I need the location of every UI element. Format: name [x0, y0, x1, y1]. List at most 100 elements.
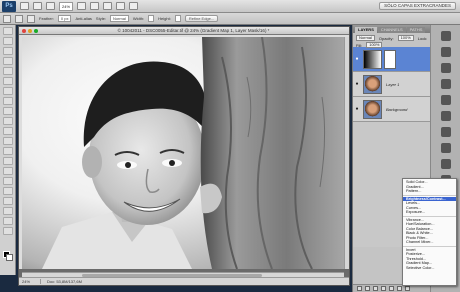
gradient-map-thumbnail: [363, 49, 382, 69]
type-tool-icon[interactable]: [2, 177, 13, 185]
new-group-icon[interactable]: [389, 286, 394, 291]
minimize-window-icon[interactable]: [28, 28, 32, 33]
move-tool-icon[interactable]: [2, 27, 13, 35]
fill-input[interactable]: 100%: [366, 42, 383, 48]
healing-brush-tool-icon[interactable]: [2, 87, 13, 95]
menu-separator: [403, 215, 456, 217]
rotate-view-icon[interactable]: [103, 2, 113, 10]
layer-row-gradient-map[interactable]: ●: [353, 47, 431, 72]
hand-tool-icon[interactable]: [77, 2, 87, 10]
tab-paths[interactable]: PATHS: [406, 27, 426, 33]
3d-rotate-tool-icon[interactable]: [2, 207, 13, 215]
layer-name: Layer 1: [386, 81, 400, 87]
lock-label: Lock:: [417, 35, 428, 41]
layers-options: Normal Opacity: 100% Lock: Fill: 100%: [353, 33, 431, 48]
color-panel-icon[interactable]: [440, 31, 451, 41]
shape-tool-icon[interactable]: [2, 197, 13, 205]
crop-tool-icon[interactable]: [2, 67, 13, 75]
swatches-panel-icon[interactable]: [440, 47, 451, 57]
adjustments-panel-icon[interactable]: [440, 63, 451, 73]
blend-mode-select[interactable]: Normal: [356, 35, 375, 41]
masks-panel-icon[interactable]: [440, 79, 451, 89]
quick-select-tool-icon[interactable]: [2, 57, 13, 65]
background-color-swatch[interactable]: [6, 254, 13, 261]
new-selection-icon[interactable]: [15, 14, 23, 23]
dodge-tool-icon[interactable]: [2, 157, 13, 165]
layer-style-icon[interactable]: [365, 286, 370, 291]
menu-separator: [403, 194, 456, 196]
new-adjustment-layer-icon[interactable]: [381, 286, 386, 291]
zoom-tool-icon[interactable]: [90, 2, 100, 10]
history-brush-tool-icon[interactable]: [2, 117, 13, 125]
path-selection-tool-icon[interactable]: [2, 187, 13, 195]
document-info[interactable]: Doc: 53,8M/137,6M: [41, 279, 82, 284]
desktop-background: [0, 275, 16, 292]
vertical-scrollbar[interactable]: [344, 37, 349, 269]
menu-item-pattern[interactable]: Pattern...: [403, 189, 456, 194]
portrait-photo: [42, 37, 344, 269]
pen-tool-icon[interactable]: [2, 167, 13, 175]
actions-panel-icon[interactable]: [440, 111, 451, 121]
bridge-icon[interactable]: [20, 2, 29, 10]
width-input[interactable]: [148, 15, 155, 22]
screen-mode-icon[interactable]: [129, 2, 139, 10]
layer-mask-thumbnail[interactable]: [384, 49, 396, 69]
status-zoom[interactable]: 24%: [19, 279, 41, 284]
minibridge-icon[interactable]: [33, 2, 42, 10]
lasso-tool-icon[interactable]: [2, 47, 13, 55]
layer-row-layer-1[interactable]: ● Layer 1: [353, 72, 431, 97]
add-to-selection-icon[interactable]: [27, 14, 35, 23]
visibility-eye-icon[interactable]: ●: [353, 81, 361, 87]
anti-alias-checkbox[interactable]: Anti-alias: [75, 16, 91, 21]
adjustment-layer-menu: Solid Color... Gradient... Pattern... Br…: [402, 178, 457, 286]
brushes-panel-icon[interactable]: [440, 159, 451, 169]
tab-channels[interactable]: CHANNELS: [377, 27, 406, 33]
marquee-tool-preset-icon[interactable]: [3, 14, 11, 23]
height-label: Height:: [158, 16, 171, 21]
feather-input[interactable]: 0 px: [57, 15, 72, 22]
visibility-eye-icon[interactable]: ●: [353, 56, 361, 62]
menu-item-channel-mixer[interactable]: Channel Mixer...: [403, 240, 456, 245]
eraser-tool-icon[interactable]: [2, 127, 13, 135]
visibility-eye-icon[interactable]: ●: [353, 106, 361, 112]
document-title: © 10042011 - DSC0055-Editar.tif @ 24% (G…: [117, 28, 270, 33]
zoom-tool-icon[interactable]: [2, 227, 13, 235]
eyedropper-tool-icon[interactable]: [2, 77, 13, 85]
character-panel-icon[interactable]: [440, 127, 451, 137]
style-label: Style:: [95, 16, 106, 21]
menu-item-selective-color[interactable]: Selective Color...: [403, 266, 456, 271]
new-layer-icon[interactable]: [397, 286, 402, 291]
trash-icon[interactable]: [405, 286, 410, 291]
fill-label: Fill:: [356, 42, 363, 48]
workspace-switcher[interactable]: SÓLO CAPAS EXTRACRANDES: [379, 2, 456, 10]
layer-thumbnail: [363, 99, 382, 119]
height-input[interactable]: [174, 15, 181, 22]
add-mask-icon[interactable]: [373, 286, 378, 291]
feather-label: Feather:: [39, 16, 54, 21]
blur-tool-icon[interactable]: [2, 147, 13, 155]
tab-layers[interactable]: LAYERS: [355, 27, 377, 33]
brush-tool-icon[interactable]: [2, 97, 13, 105]
hand-tool-icon[interactable]: [2, 217, 13, 225]
style-select[interactable]: Normal: [109, 15, 129, 22]
marquee-tool-icon[interactable]: [2, 37, 13, 45]
image-canvas[interactable]: [22, 37, 344, 269]
document-window: © 10042011 - DSC0055-Editar.tif @ 24% (G…: [18, 26, 350, 286]
width-label: Width:: [132, 16, 145, 21]
layer-row-background[interactable]: ● Background: [353, 97, 431, 122]
menu-item-exposure[interactable]: Exposure...: [403, 210, 456, 215]
view-extras-icon[interactable]: [46, 2, 55, 10]
clone-stamp-tool-icon[interactable]: [2, 107, 13, 115]
opacity-input[interactable]: 100%: [397, 35, 414, 41]
close-window-icon[interactable]: [22, 28, 26, 33]
tools-panel: [0, 25, 16, 275]
gradient-tool-icon[interactable]: [2, 137, 13, 145]
paragraph-panel-icon[interactable]: [440, 143, 451, 153]
refine-edge-button[interactable]: Refine Edge...: [184, 15, 219, 22]
photoshop-logo: Ps: [2, 0, 16, 12]
history-panel-icon[interactable]: [440, 95, 451, 105]
zoom-select[interactable]: 24%: [59, 1, 74, 11]
status-bar: 24% Doc: 53,8M/137,6M: [19, 277, 349, 285]
arrange-documents-icon[interactable]: [116, 2, 126, 10]
link-layers-icon[interactable]: [357, 286, 362, 291]
